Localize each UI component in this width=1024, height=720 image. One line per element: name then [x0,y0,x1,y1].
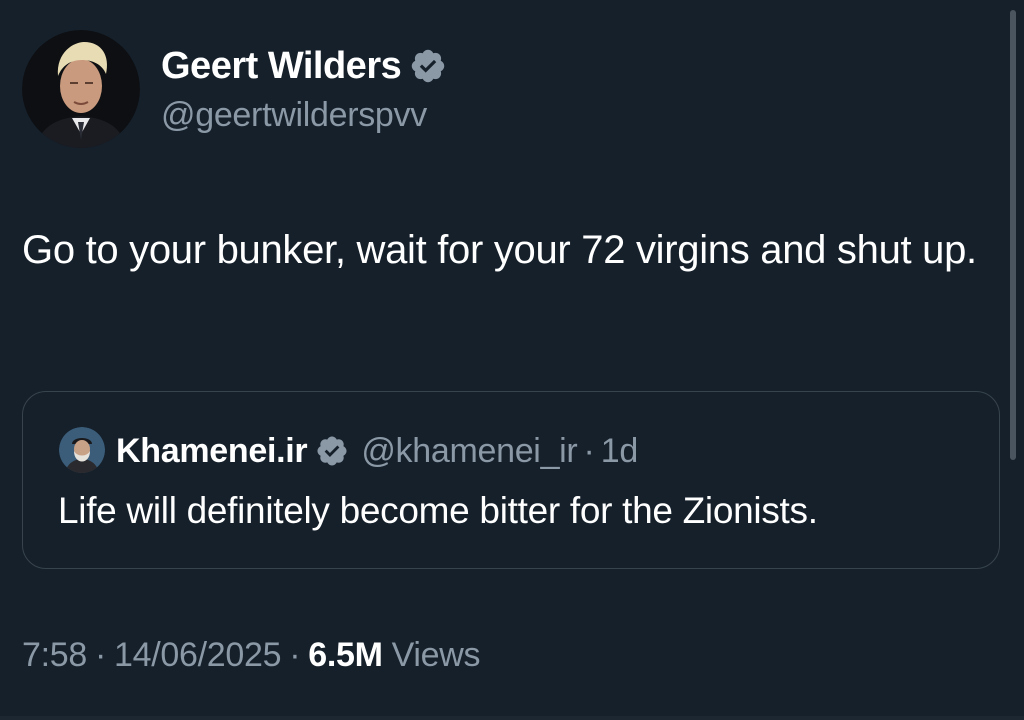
meta-separator: · [94,635,107,674]
tweet-time[interactable]: 7:58 [22,636,87,675]
quote-timestamp[interactable]: 1d [601,432,639,471]
quote-portrait-avatar-icon [59,427,105,473]
quote-separator: · [583,431,595,470]
quote-header: Khamenei.ir @khamenei_ir · 1d [116,429,638,473]
tweet-meta-row: 7:58 · 14/06/2025 · 6.5M Views [22,632,481,678]
author-avatar[interactable] [22,30,140,148]
quote-display-name[interactable]: Khamenei.ir [116,432,308,471]
bottom-divider [0,716,1024,720]
scrollbar[interactable] [1010,10,1016,460]
views-label: Views [391,635,481,674]
quote-handle[interactable]: @khamenei_ir [361,432,577,471]
tweet-detail-view: Geert Wilders @geertwilderspvv Go to you… [0,0,1024,720]
quote-author-avatar [59,427,105,473]
verified-badge-icon [409,47,447,85]
quote-verified-badge-icon [315,434,349,468]
portrait-avatar-icon [22,30,140,148]
quoted-tweet-card[interactable]: Khamenei.ir @khamenei_ir · 1d Life will … [22,391,1000,569]
author-name-row[interactable]: Geert Wilders [161,44,447,88]
tweet-date[interactable]: 14/06/2025 [114,636,281,675]
meta-separator: · [289,635,301,674]
views-count[interactable]: 6.5M [308,636,383,675]
author-handle[interactable]: @geertwilderspvv [161,96,427,135]
tweet-text: Go to your bunker, wait for your 72 virg… [22,228,977,272]
quote-text: Life will definitely become bitter for t… [58,490,818,531]
author-display-name[interactable]: Geert Wilders [161,45,402,88]
